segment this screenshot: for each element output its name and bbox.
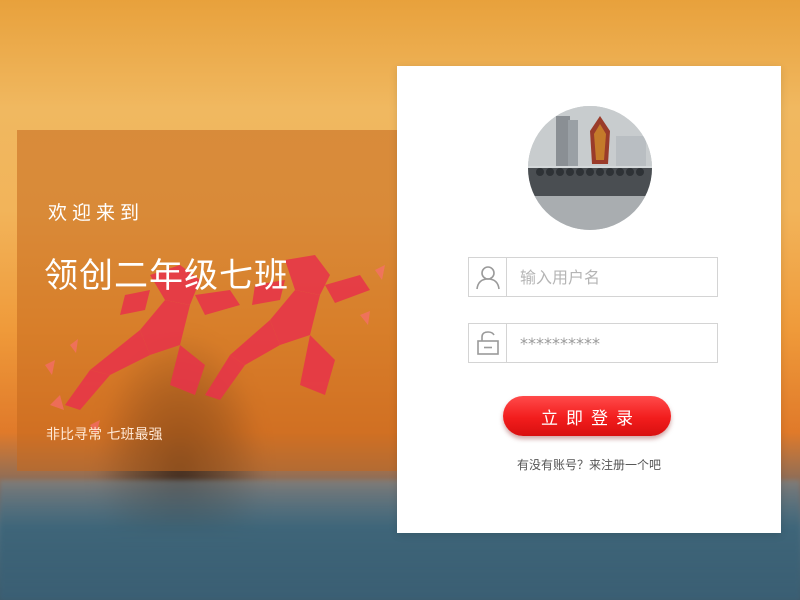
class-photo-icon bbox=[528, 106, 652, 230]
register-link[interactable]: 有没有账号？来注册一个吧 bbox=[397, 456, 781, 473]
user-icon bbox=[469, 258, 507, 296]
login-card: 立即登录 有没有账号？来注册一个吧 bbox=[397, 66, 781, 533]
avatar bbox=[528, 106, 652, 230]
password-field bbox=[468, 323, 718, 363]
welcome-greeting: 欢迎来到 bbox=[48, 202, 145, 224]
password-input[interactable] bbox=[508, 324, 717, 362]
lock-icon bbox=[469, 324, 507, 362]
username-input[interactable] bbox=[508, 258, 717, 296]
login-button[interactable]: 立即登录 bbox=[503, 396, 671, 436]
username-field bbox=[468, 257, 718, 297]
welcome-slogan: 非比寻常 七班最强 bbox=[46, 427, 163, 443]
welcome-title: 领创二年级七班 bbox=[44, 256, 289, 296]
